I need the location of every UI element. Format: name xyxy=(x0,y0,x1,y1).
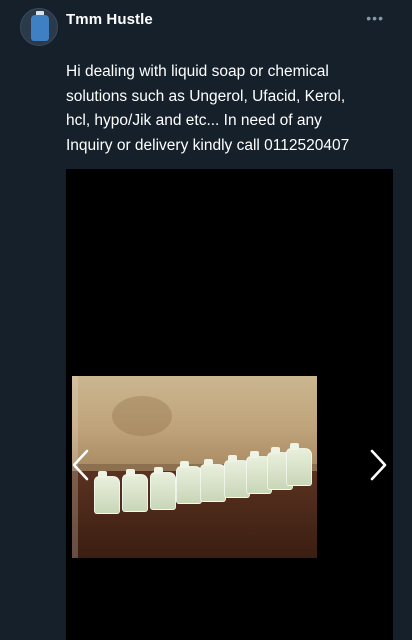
media-viewer[interactable] xyxy=(66,169,393,640)
chevron-left-icon[interactable] xyxy=(70,448,92,482)
tweet-photo[interactable] xyxy=(72,376,317,558)
tweet-view: Tmm Hustle ••• Hi dealing with liquid so… xyxy=(0,0,412,640)
author-name[interactable]: Tmm Hustle xyxy=(66,11,153,28)
photo-wall-stain xyxy=(112,396,172,436)
avatar[interactable] xyxy=(20,8,58,46)
more-options-icon[interactable]: ••• xyxy=(366,10,384,26)
tweet-line: Hi dealing with liquid soap or chemical xyxy=(66,63,329,80)
chevron-right-icon[interactable] xyxy=(367,448,389,482)
tweet-line: hcl, hypo/Jik and etc... In need of any xyxy=(66,112,322,129)
jug-image xyxy=(122,469,148,512)
bottle-avatar-icon xyxy=(31,15,49,41)
jug-image xyxy=(286,443,312,486)
tweet-text: Hi dealing with liquid soap or chemical … xyxy=(66,60,396,158)
jug-image xyxy=(150,467,176,510)
tweet-line: Inquiry or delivery kindly call 01125204… xyxy=(66,136,350,154)
jug-image xyxy=(200,459,226,502)
jug-image xyxy=(94,471,120,514)
tweet-line: solutions such as Ungerol, Ufacid, Kerol… xyxy=(66,87,346,105)
jug-image xyxy=(176,461,202,504)
